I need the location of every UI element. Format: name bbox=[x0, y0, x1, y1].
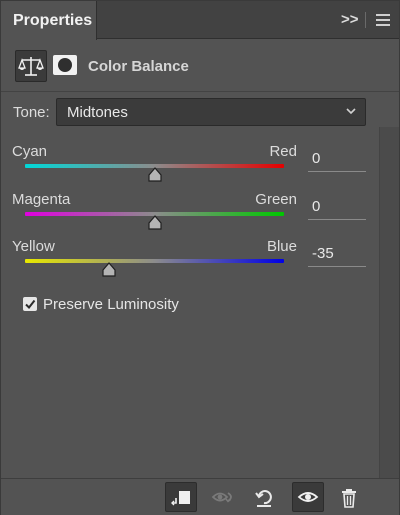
slider-left-label: Yellow bbox=[12, 238, 55, 255]
slider-thumb[interactable] bbox=[101, 262, 117, 277]
slider-row-cyan-red: Cyan Red 0 bbox=[1, 143, 399, 187]
panel-header: Color Balance bbox=[1, 40, 399, 92]
slider-right-label: Green bbox=[255, 191, 297, 208]
slider-left-label: Magenta bbox=[12, 191, 71, 208]
bottom-toolbar bbox=[1, 478, 399, 515]
tone-label: Tone: bbox=[13, 104, 50, 121]
slider-row-magenta-green: Magenta Green 0 bbox=[1, 191, 399, 235]
slider-thumb[interactable] bbox=[147, 215, 163, 230]
preserve-luminosity-checkbox[interactable] bbox=[23, 297, 37, 311]
slider-right-label: Blue bbox=[266, 238, 297, 255]
clip-to-layer-icon bbox=[171, 491, 190, 506]
slider-left-label: Cyan bbox=[12, 143, 48, 160]
trash-icon bbox=[342, 489, 356, 508]
eye-previous-icon bbox=[211, 492, 232, 503]
adjustment-title: Color Balance bbox=[88, 58, 189, 75]
reset-button[interactable] bbox=[248, 482, 280, 512]
slider-thumb[interactable] bbox=[147, 167, 163, 182]
slider-value-input[interactable]: 0 bbox=[308, 196, 366, 220]
slider-value-input[interactable]: 0 bbox=[308, 148, 366, 172]
view-previous-state-button[interactable] bbox=[208, 482, 240, 512]
clip-to-layer-button[interactable] bbox=[165, 482, 197, 512]
tab-properties[interactable]: Properties bbox=[1, 1, 97, 40]
properties-panel: Properties >> Color Balance Tone: Midton… bbox=[0, 0, 400, 515]
scrollbar-track[interactable] bbox=[379, 127, 399, 478]
tone-dropdown[interactable]: Midtones bbox=[56, 98, 366, 126]
hamburger-menu-icon[interactable] bbox=[376, 14, 390, 26]
slider-value-input[interactable]: -35 bbox=[308, 243, 366, 267]
toggle-visibility-button[interactable] bbox=[292, 482, 324, 512]
delete-button[interactable] bbox=[333, 482, 365, 512]
panel-tab-bar: Properties >> bbox=[1, 1, 399, 40]
checkmark-icon bbox=[25, 299, 36, 310]
preserve-luminosity-label: Preserve Luminosity bbox=[43, 296, 179, 313]
eye-icon bbox=[297, 492, 319, 502]
slider-right-label: Red bbox=[269, 143, 297, 160]
scales-icon[interactable] bbox=[15, 50, 47, 82]
layer-mask-icon[interactable] bbox=[53, 55, 77, 75]
chevron-down-icon bbox=[346, 108, 356, 115]
tab-separator bbox=[365, 12, 366, 28]
tone-selected-value: Midtones bbox=[67, 104, 128, 121]
slider-row-yellow-blue: Yellow Blue -35 bbox=[1, 238, 399, 282]
reset-icon bbox=[255, 490, 272, 507]
slider-track[interactable] bbox=[25, 259, 284, 263]
tab-label: Properties bbox=[13, 12, 93, 29]
collapse-panel-icon[interactable]: >> bbox=[341, 11, 359, 29]
